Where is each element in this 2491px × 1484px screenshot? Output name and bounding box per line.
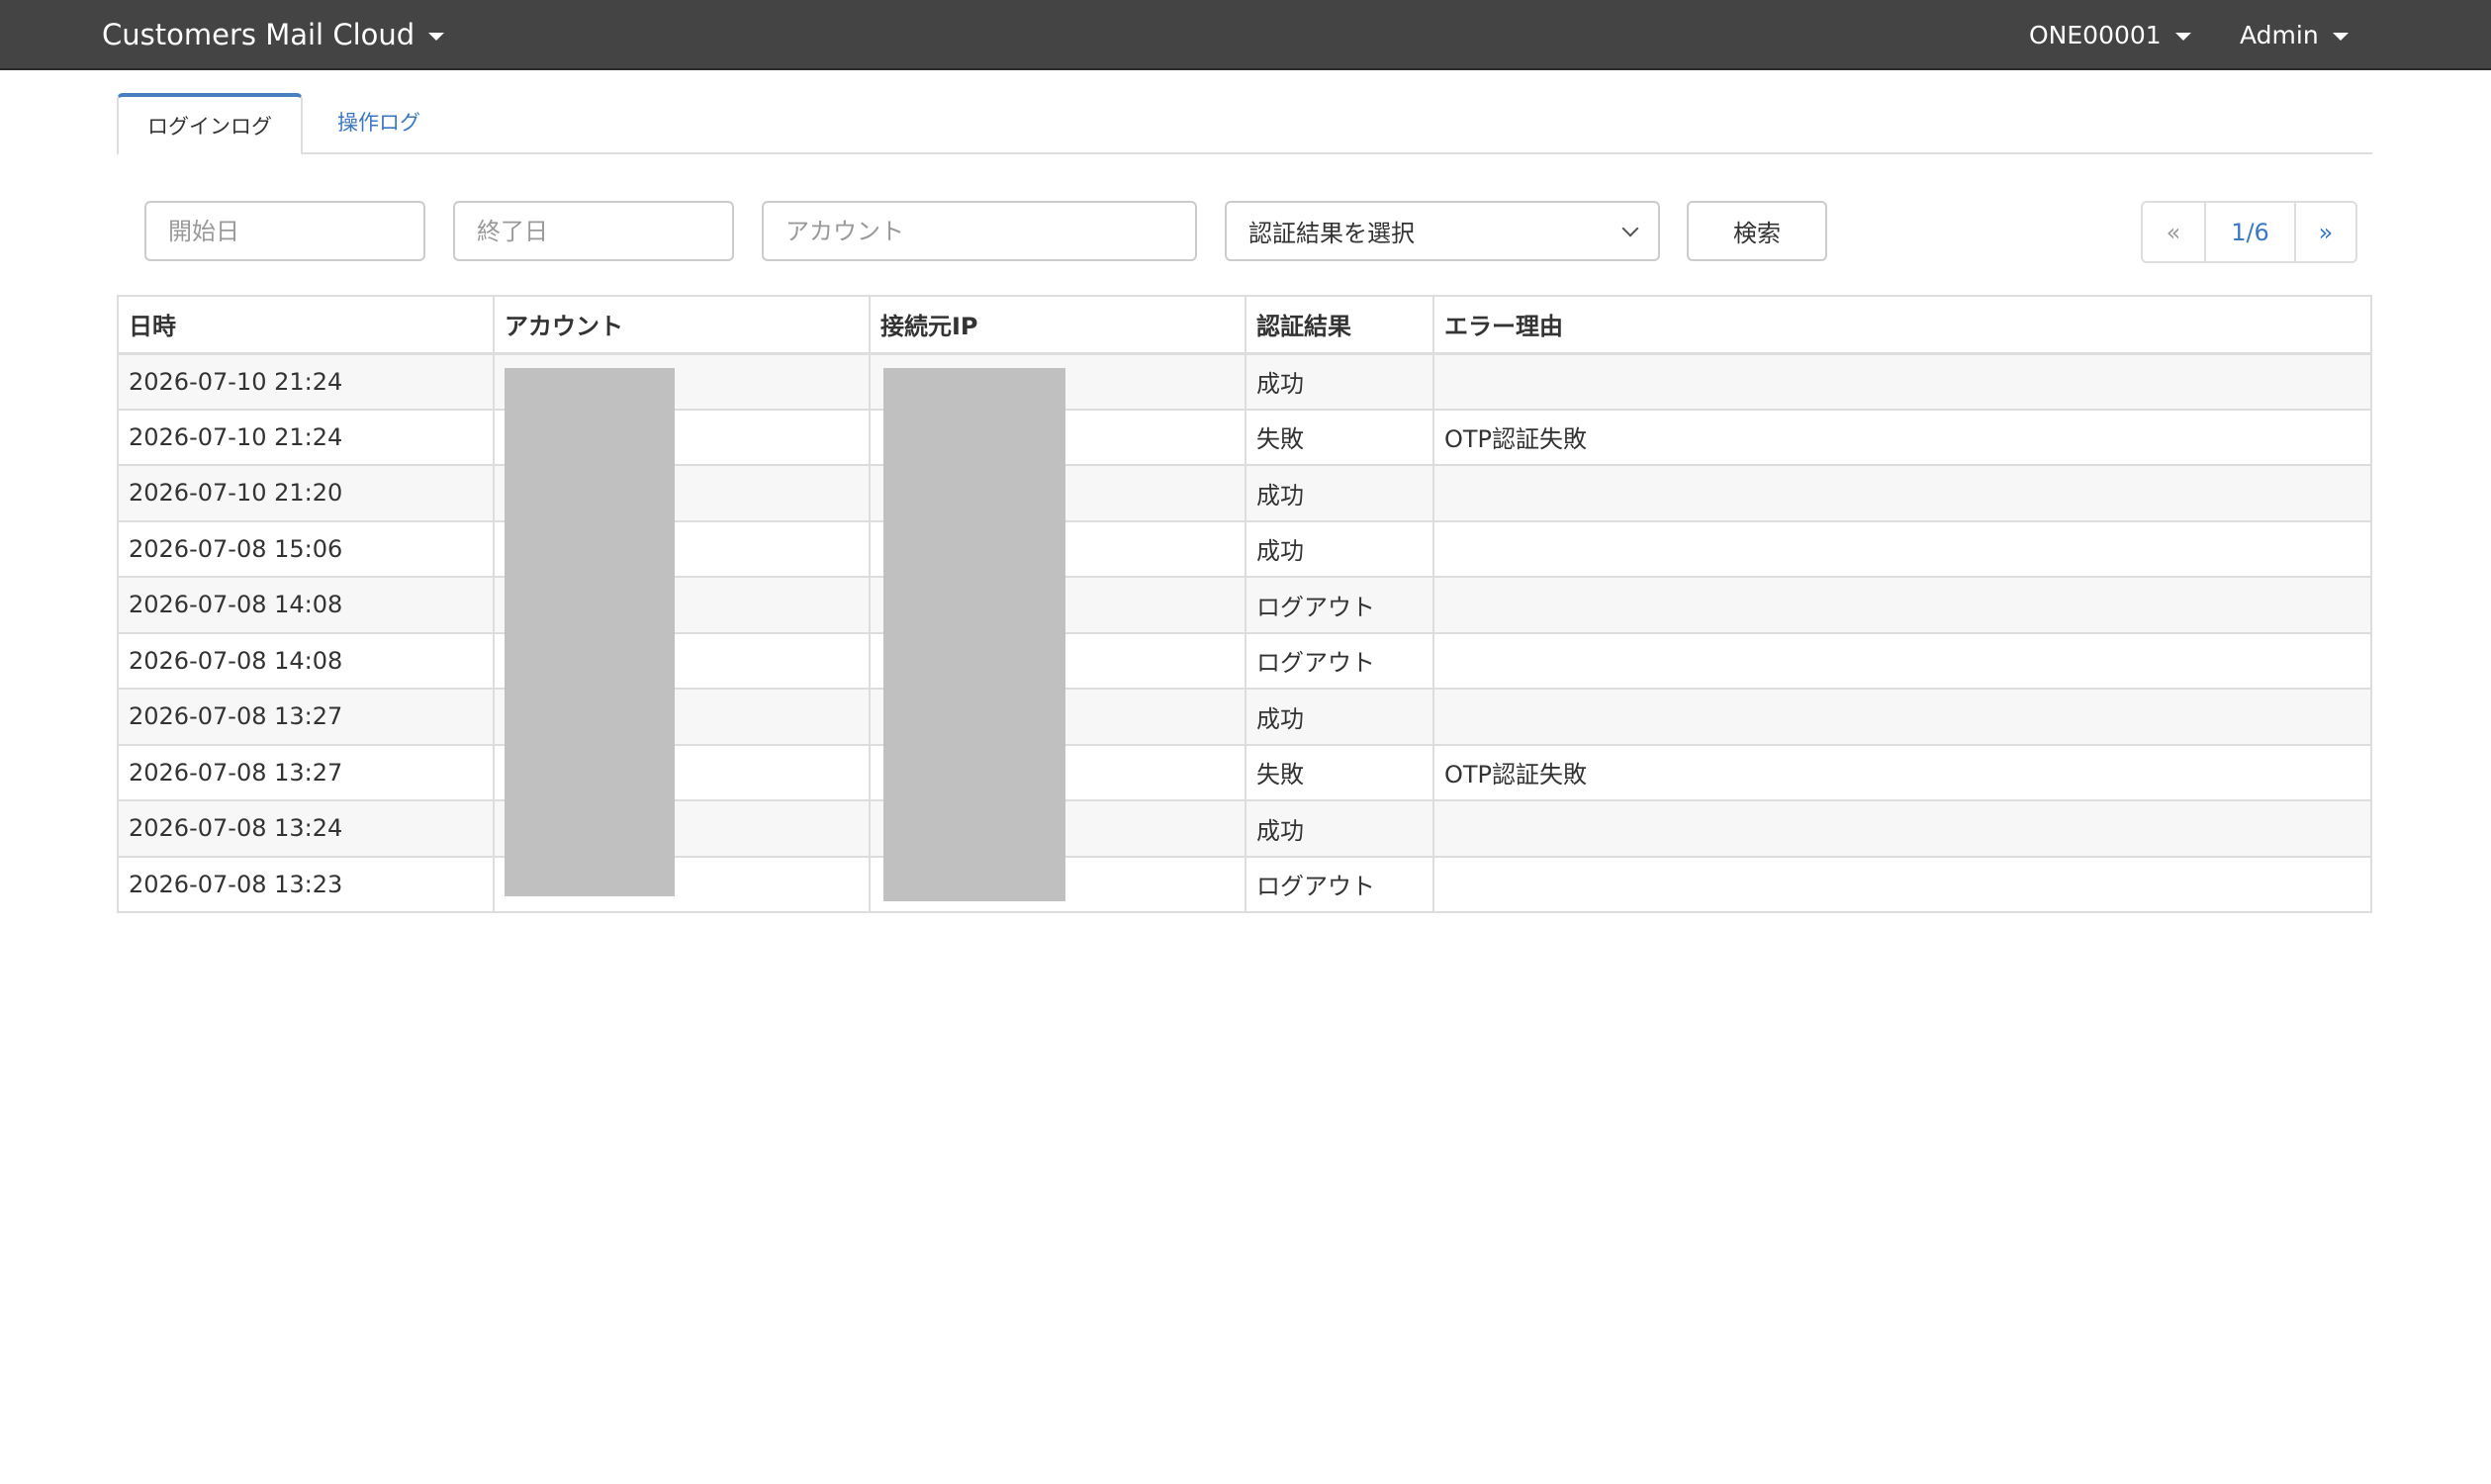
- cell-auth-result: 失敗: [1245, 408, 1434, 466]
- current-page[interactable]: 1/6: [2204, 203, 2294, 261]
- user-menu[interactable]: Admin: [2240, 14, 2349, 55]
- brand-menu[interactable]: Customers Mail Cloud: [102, 14, 445, 55]
- chevron-down-icon: [2174, 33, 2191, 41]
- cell-error-reason: [1432, 799, 2372, 858]
- brand-name: Customers Mail Cloud: [102, 18, 415, 51]
- login-log-table: 日時 アカウント 接続元IP 認証結果 エラー理由 2026-07-10 21:…: [117, 295, 2372, 913]
- cell-auth-result: 成功: [1245, 688, 1434, 746]
- cell-error-reason: [1432, 576, 2372, 634]
- prev-page-button[interactable]: «: [2143, 203, 2204, 261]
- account-id: ONE00001: [2029, 20, 2162, 49]
- cell-auth-result: 成功: [1245, 464, 1434, 522]
- cell-datetime: 2026-07-08 13:27: [117, 688, 495, 746]
- cell-error-reason: [1432, 519, 2372, 578]
- tab-operation-log[interactable]: 操作ログ: [315, 93, 443, 150]
- cell-datetime: 2026-07-10 21:24: [117, 408, 495, 466]
- cell-auth-result: ログアウト: [1245, 631, 1434, 690]
- account-field[interactable]: [762, 201, 1197, 261]
- tab-login-log[interactable]: ログインログ: [117, 93, 303, 155]
- cell-auth-result: 失敗: [1245, 743, 1434, 801]
- top-navbar: Customers Mail Cloud ONE00001 Admin: [0, 0, 2491, 70]
- cell-error-reason: OTP認証失敗: [1432, 743, 2372, 801]
- table-row: 2026-07-08 14:08 ログアウト: [117, 576, 2372, 634]
- end-date-input[interactable]: [477, 203, 710, 259]
- cell-error-reason: [1432, 855, 2372, 913]
- col-header-error-reason: エラー理由: [1432, 295, 2372, 355]
- auth-result-select[interactable]: 認証結果を選択: [1225, 201, 1660, 261]
- start-date-input[interactable]: [168, 203, 402, 259]
- account-redaction-block: [505, 368, 675, 896]
- end-date-field[interactable]: [453, 201, 734, 261]
- cell-error-reason: [1432, 352, 2372, 411]
- table-row: 2026-07-10 21:24 失敗 OTP認証失敗: [117, 408, 2372, 466]
- cell-datetime: 2026-07-08 13:27: [117, 743, 495, 801]
- chevron-down-icon: [2332, 33, 2349, 41]
- cell-datetime: 2026-07-10 21:24: [117, 352, 495, 411]
- start-date-field[interactable]: [144, 201, 425, 261]
- table-row: 2026-07-10 21:20 成功: [117, 464, 2372, 522]
- table-row: 2026-07-08 13:24 成功: [117, 799, 2372, 858]
- cell-datetime: 2026-07-08 14:08: [117, 631, 495, 690]
- col-header-auth-result: 認証結果: [1245, 295, 1434, 355]
- cell-auth-result: 成功: [1245, 799, 1434, 858]
- chevron-down-icon: [1621, 220, 1639, 236]
- account-input[interactable]: [785, 203, 1173, 259]
- cell-datetime: 2026-07-08 15:06: [117, 519, 495, 578]
- user-name: Admin: [2240, 20, 2319, 49]
- cell-error-reason: [1432, 631, 2372, 690]
- cell-datetime: 2026-07-08 14:08: [117, 576, 495, 634]
- chevron-down-icon: [428, 33, 445, 41]
- cell-auth-result: ログアウト: [1245, 576, 1434, 634]
- col-header-account: アカウント: [493, 295, 871, 355]
- search-button[interactable]: 検索: [1687, 201, 1827, 261]
- cell-auth-result: 成功: [1245, 352, 1434, 411]
- col-header-source-ip: 接続元IP: [869, 295, 1246, 355]
- cell-auth-result: 成功: [1245, 519, 1434, 578]
- table-row: 2026-07-08 15:06 成功: [117, 519, 2372, 578]
- cell-error-reason: [1432, 464, 2372, 522]
- col-header-datetime: 日時: [117, 295, 495, 355]
- table-row: 2026-07-08 14:08 ログアウト: [117, 631, 2372, 690]
- cell-datetime: 2026-07-08 13:23: [117, 855, 495, 913]
- table-row: 2026-07-10 21:24 成功: [117, 352, 2372, 411]
- table-header-row: 日時 アカウント 接続元IP 認証結果 エラー理由: [117, 295, 2372, 355]
- cell-auth-result: ログアウト: [1245, 855, 1434, 913]
- cell-datetime: 2026-07-08 13:24: [117, 799, 495, 858]
- ip-redaction-block: [883, 368, 1065, 901]
- table-row: 2026-07-08 13:23 ログアウト: [117, 855, 2372, 913]
- pagination: « 1/6 »: [2141, 201, 2357, 263]
- cell-datetime: 2026-07-10 21:20: [117, 464, 495, 522]
- cell-error-reason: OTP認証失敗: [1432, 408, 2372, 466]
- account-menu[interactable]: ONE00001: [2029, 14, 2191, 55]
- log-tabs: ログインログ 操作ログ: [117, 91, 2372, 155]
- table-row: 2026-07-08 13:27 成功: [117, 688, 2372, 746]
- auth-result-select-value: 認証結果を選択: [1248, 220, 1415, 247]
- cell-error-reason: [1432, 688, 2372, 746]
- table-row: 2026-07-08 13:27 失敗 OTP認証失敗: [117, 743, 2372, 801]
- next-page-button[interactable]: »: [2294, 203, 2355, 261]
